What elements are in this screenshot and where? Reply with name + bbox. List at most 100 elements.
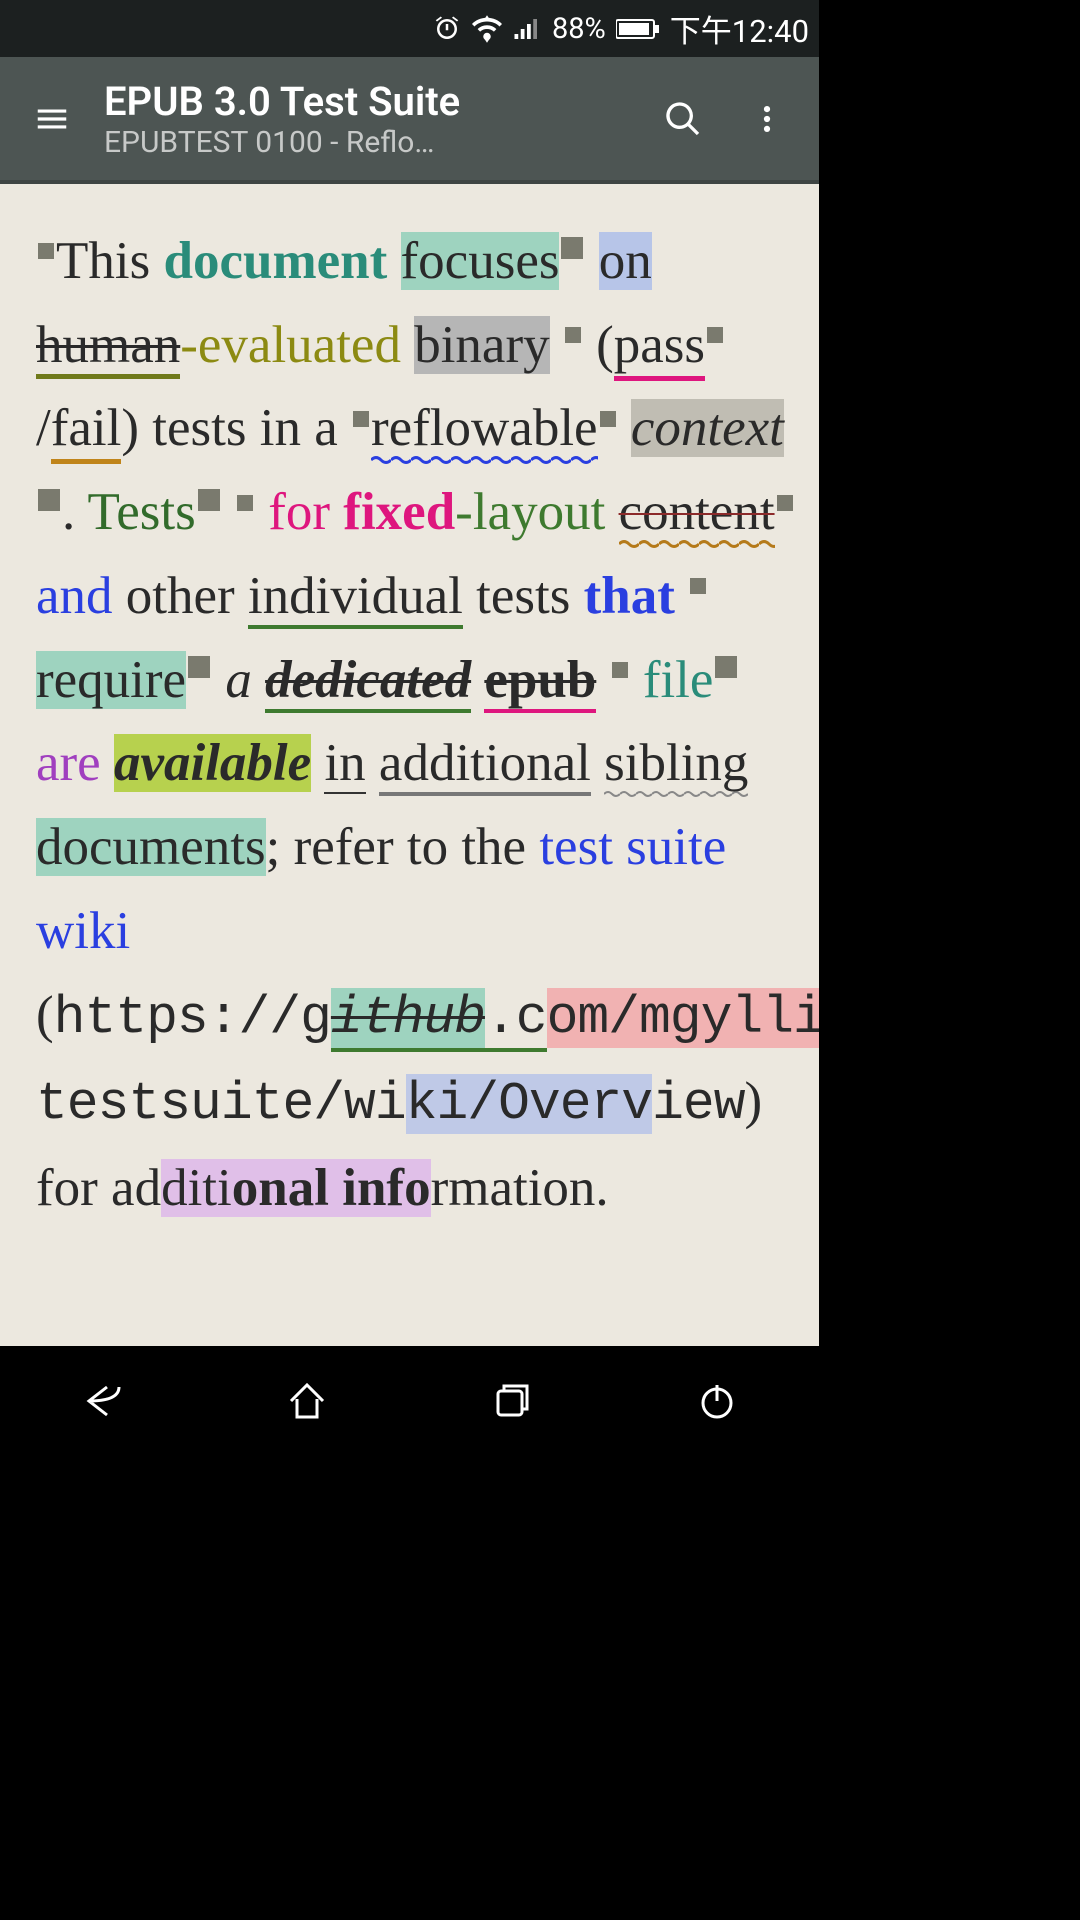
url-fragment: ki/Overv	[406, 1074, 652, 1134]
word-context: context	[631, 399, 784, 457]
marker-icon	[600, 411, 616, 427]
marker-icon	[707, 327, 723, 343]
marker-icon	[188, 656, 210, 678]
marker-icon	[612, 662, 628, 678]
word-and: and	[36, 567, 113, 625]
back-icon	[77, 1379, 127, 1423]
text: rmation.	[431, 1159, 609, 1217]
word-require: require	[36, 651, 186, 709]
text: onal info	[232, 1159, 431, 1217]
word-that: that	[584, 567, 675, 625]
battery-percent: 88%	[552, 12, 606, 46]
marker-icon	[565, 327, 581, 343]
app-subtitle: EPUBTEST 0100 - Reflo…	[104, 125, 641, 160]
back-button[interactable]	[42, 1371, 162, 1431]
alarm-icon	[432, 14, 462, 44]
text: -	[180, 316, 198, 374]
wifi-sync-icon	[472, 14, 502, 44]
word-sibling: sibling	[604, 734, 748, 798]
home-button[interactable]	[247, 1371, 367, 1431]
word-pass: pass	[614, 316, 705, 381]
text: -	[455, 483, 473, 541]
word-in: in	[324, 734, 365, 794]
text	[212, 651, 225, 709]
title-block: EPUB 3.0 Test Suite EPUBTEST 0100 - Refl…	[104, 78, 641, 160]
text: This	[56, 232, 163, 290]
word-evaluated: evaluated	[198, 316, 401, 374]
text: diti	[161, 1159, 232, 1217]
word-human: human	[36, 316, 180, 379]
url-fragment: .c	[485, 988, 547, 1052]
marker-icon	[237, 495, 253, 511]
word-layout: layout	[473, 483, 605, 541]
signal-icon	[512, 14, 542, 44]
text	[585, 232, 598, 290]
word-for: for	[268, 483, 330, 541]
battery-icon	[616, 17, 660, 41]
marker-icon	[690, 578, 706, 594]
marker-icon	[38, 243, 54, 259]
text	[401, 316, 414, 374]
android-status-bar: 88% 下午12:40	[0, 0, 819, 57]
text: /	[36, 399, 51, 457]
text	[387, 232, 400, 290]
recent-icon	[490, 1379, 534, 1423]
word-fail: fail	[51, 399, 122, 464]
text	[252, 651, 265, 709]
word-document: document	[163, 232, 387, 290]
word-binary: binary	[414, 316, 549, 374]
search-icon	[663, 99, 703, 139]
marker-icon	[777, 495, 793, 511]
text	[255, 483, 268, 541]
marker-icon	[198, 489, 220, 511]
text	[605, 483, 618, 541]
word-additional: additional	[379, 734, 591, 796]
word-are: are	[36, 734, 101, 792]
marker-icon	[38, 489, 60, 511]
marker-icon	[561, 237, 583, 259]
app-title: EPUB 3.0 Test Suite	[104, 78, 641, 125]
text	[101, 734, 114, 792]
hamburger-icon	[33, 100, 71, 138]
url-fragment: https://g	[54, 988, 331, 1048]
word-tests: Tests	[88, 483, 196, 541]
word-a: a	[225, 651, 252, 709]
search-button[interactable]	[651, 87, 715, 151]
word-documents: documents	[36, 818, 266, 876]
text	[618, 399, 631, 457]
marker-icon	[353, 411, 369, 427]
url-fragment: ithub	[331, 988, 485, 1052]
power-button[interactable]	[657, 1371, 777, 1431]
text	[366, 734, 379, 792]
recent-button[interactable]	[452, 1371, 572, 1431]
reader-content[interactable]: This document focuses on human-evaluated…	[0, 184, 819, 1346]
overflow-button[interactable]	[735, 87, 799, 151]
word-dedicated: dedicated	[265, 651, 471, 713]
text: (	[36, 986, 54, 1044]
text: ; refer to the	[266, 818, 540, 876]
text: ) tests in a	[121, 399, 351, 457]
app-toolbar: EPUB 3.0 Test Suite EPUBTEST 0100 - Refl…	[0, 57, 819, 184]
text: other	[113, 567, 248, 625]
text	[330, 483, 343, 541]
url-fragment: om/mgylli	[547, 988, 819, 1048]
menu-button[interactable]	[20, 87, 84, 151]
word-focuses: focuses	[401, 232, 560, 290]
text	[471, 651, 484, 709]
marker-icon	[715, 656, 737, 678]
url-fragment: iew	[652, 1074, 744, 1134]
clock-text: 下午12:40	[670, 6, 809, 51]
word-reflowable: reflowable	[371, 399, 598, 465]
power-icon	[695, 1379, 739, 1423]
word-content: content	[619, 483, 775, 549]
more-vert-icon	[750, 102, 784, 136]
android-nav-bar	[0, 1346, 819, 1456]
paragraph: This document focuses on human-evaluated…	[36, 220, 807, 1231]
url-fragment: testsuite/wi	[36, 1074, 406, 1134]
text: .	[62, 483, 88, 541]
word-available: available	[114, 734, 311, 792]
word-epub: epub	[484, 651, 596, 713]
text	[591, 734, 604, 792]
text	[311, 734, 324, 792]
text: tests	[463, 567, 584, 625]
